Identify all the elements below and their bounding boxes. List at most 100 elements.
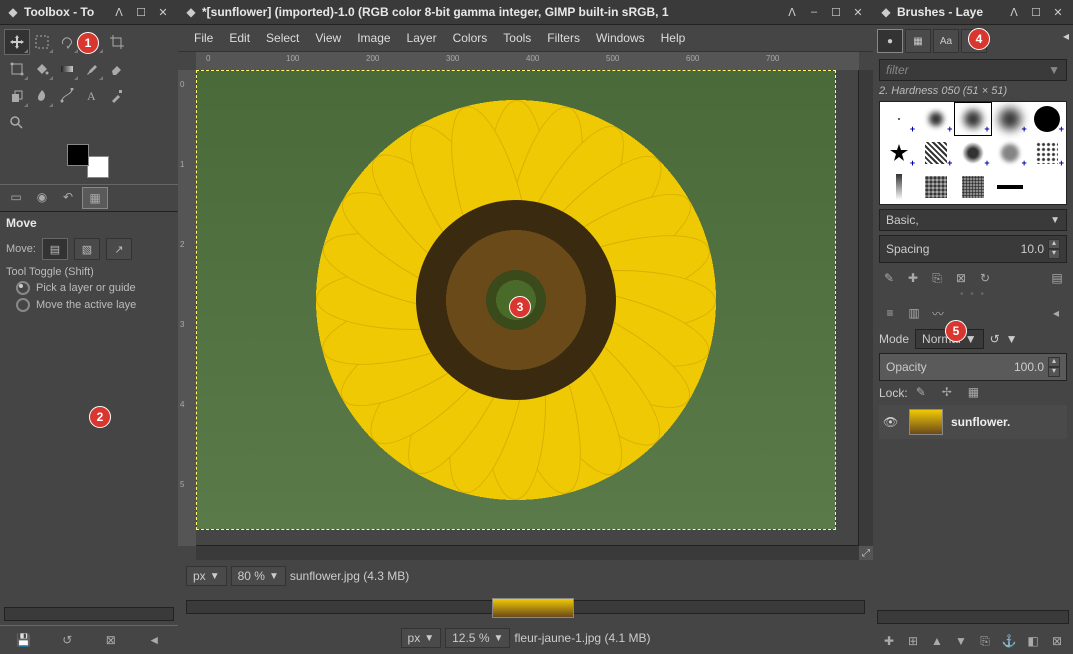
brush-item[interactable]: + — [992, 102, 1029, 136]
delete-preset-icon[interactable]: ⊠ — [100, 630, 122, 650]
path-tool[interactable] — [54, 83, 80, 109]
new-group-icon[interactable]: ⊞ — [903, 632, 923, 650]
tab-device-status[interactable]: ◉ — [30, 187, 54, 207]
brush-preset-select[interactable]: Basic,▼ — [879, 209, 1067, 231]
shade-button[interactable]: – — [805, 4, 823, 20]
zoom-select[interactable]: 80 %▼ — [231, 566, 286, 586]
collapse-button[interactable]: ᐱ — [110, 4, 128, 20]
duplicate-brush-icon[interactable]: ⎘ — [927, 269, 947, 287]
color-picker-tool[interactable] — [104, 83, 130, 109]
menu-windows[interactable]: Windows — [590, 29, 651, 47]
horizontal-scrollbar[interactable] — [196, 545, 859, 560]
menu-help[interactable]: Help — [655, 29, 692, 47]
clone-tool[interactable] — [4, 83, 30, 109]
tab-undo-history[interactable]: ↶ — [56, 187, 80, 207]
brush-item[interactable] — [1029, 170, 1066, 204]
close-button[interactable]: ✕ — [1049, 4, 1067, 20]
delete-layer-icon[interactable]: ⊠ — [1047, 632, 1067, 650]
brush-item[interactable]: + — [880, 102, 917, 136]
layer-item[interactable]: 👁 sunflower. — [879, 405, 1067, 439]
tab-paths[interactable]: 〰 — [927, 303, 949, 323]
save-preset-icon[interactable]: 💾 — [13, 630, 35, 650]
right-scrollbar[interactable] — [877, 610, 1069, 624]
radio-pick-layer[interactable] — [16, 281, 30, 295]
tab-menu-icon[interactable]: ◂ — [1045, 303, 1067, 323]
ruler-horizontal[interactable]: 0 100 200 300 400 500 600 700 — [196, 52, 859, 71]
brush-item[interactable]: + — [917, 136, 954, 170]
tab-fonts[interactable]: Aa — [933, 29, 959, 53]
close-button[interactable]: ✕ — [154, 4, 172, 20]
maximize-button[interactable]: ☐ — [1027, 4, 1045, 20]
eraser-tool[interactable] — [104, 56, 130, 82]
navigation-slider[interactable] — [186, 600, 865, 614]
menu-layer[interactable]: Layer — [401, 29, 443, 47]
tab-layers[interactable]: ≡ — [879, 303, 901, 323]
menu-select[interactable]: Select — [260, 29, 305, 47]
text-tool[interactable]: A — [79, 83, 105, 109]
brush-item[interactable]: + — [954, 136, 991, 170]
open-as-image-icon[interactable]: ▤ — [1047, 269, 1067, 287]
tab-patterns[interactable]: ▦ — [905, 29, 931, 53]
ruler-vertical[interactable]: 0 1 2 3 4 5 — [178, 70, 197, 546]
tab-images[interactable]: ▦ — [82, 187, 108, 209]
restore-preset-icon[interactable]: ↺ — [56, 630, 78, 650]
brush-item[interactable] — [880, 170, 917, 204]
move-path-button[interactable]: ↗ — [106, 238, 132, 260]
bucket-fill-tool[interactable] — [29, 56, 55, 82]
edit-brush-icon[interactable]: ✎ — [879, 269, 899, 287]
mode-reset-icon[interactable]: ↺ — [990, 332, 1000, 346]
tab-brushes[interactable]: ● — [877, 29, 903, 53]
brush-item[interactable]: + — [917, 102, 954, 136]
unit-select-2[interactable]: px▼ — [401, 628, 442, 648]
tab-tool-options[interactable]: ▭ — [4, 187, 28, 207]
move-tool[interactable] — [4, 29, 30, 55]
mode-expand-icon[interactable]: ▼ — [1006, 332, 1018, 346]
raise-layer-icon[interactable]: ▲ — [927, 632, 947, 650]
menu-file[interactable]: File — [188, 29, 219, 47]
reset-tool-icon[interactable]: ◄ — [143, 630, 165, 650]
fg-bg-color[interactable] — [67, 144, 111, 180]
minimize-button[interactable]: ᐱ — [783, 4, 801, 20]
rect-select-tool[interactable] — [29, 29, 55, 55]
brush-item-selected[interactable]: + — [954, 102, 991, 136]
vertical-scrollbar[interactable] — [858, 70, 873, 546]
brush-item[interactable] — [954, 170, 991, 204]
brush-filter-input[interactable]: filter ▼ — [879, 59, 1067, 81]
transform-tool[interactable] — [4, 56, 30, 82]
gradient-tool[interactable] — [54, 56, 80, 82]
opacity-slider[interactable]: Opacity 100.0 ▴▾ — [879, 353, 1067, 381]
maximize-button[interactable]: ☐ — [132, 4, 150, 20]
lock-pixels-icon[interactable]: ✎ — [916, 385, 934, 401]
menu-image[interactable]: Image — [351, 29, 396, 47]
maximize-button[interactable]: ☐ — [827, 4, 845, 20]
brush-item[interactable]: + — [992, 136, 1029, 170]
brush-item[interactable]: + — [1029, 136, 1066, 170]
lock-alpha-icon[interactable]: ▦ — [968, 385, 986, 401]
menu-colors[interactable]: Colors — [447, 29, 494, 47]
brush-item[interactable] — [992, 170, 1029, 204]
unit-select[interactable]: px▼ — [186, 566, 227, 586]
navigation-icon[interactable]: ⤢ — [859, 546, 873, 560]
menu-view[interactable]: View — [309, 29, 347, 47]
smudge-tool[interactable] — [29, 83, 55, 109]
close-button[interactable]: ✕ — [849, 4, 867, 20]
move-selection-button[interactable]: ▧ — [74, 238, 100, 260]
opacity-stepper[interactable]: ▴▾ — [1048, 357, 1060, 377]
merge-layer-icon[interactable]: ⚓ — [999, 632, 1019, 650]
brush-item[interactable]: + — [880, 136, 917, 170]
radio-move-active[interactable] — [16, 298, 30, 312]
brush-item[interactable] — [917, 170, 954, 204]
mask-layer-icon[interactable]: ◧ — [1023, 632, 1043, 650]
move-layer-button[interactable]: ▤ — [42, 238, 68, 260]
lower-layer-icon[interactable]: ▼ — [951, 632, 971, 650]
spacing-slider[interactable]: Spacing 10.0 ▴▾ — [879, 235, 1067, 263]
left-scrollbar[interactable] — [4, 607, 174, 621]
new-layer-icon[interactable]: ✚ — [879, 632, 899, 650]
zoom-tool[interactable] — [4, 110, 30, 136]
brush-item[interactable]: + — [1029, 102, 1066, 136]
tab-channels[interactable]: ▥ — [903, 303, 925, 323]
refresh-brushes-icon[interactable]: ↻ — [975, 269, 995, 287]
duplicate-layer-icon[interactable]: ⎘ — [975, 632, 995, 650]
layer-name[interactable]: sunflower. — [951, 415, 1010, 429]
delete-brush-icon[interactable]: ⊠ — [951, 269, 971, 287]
